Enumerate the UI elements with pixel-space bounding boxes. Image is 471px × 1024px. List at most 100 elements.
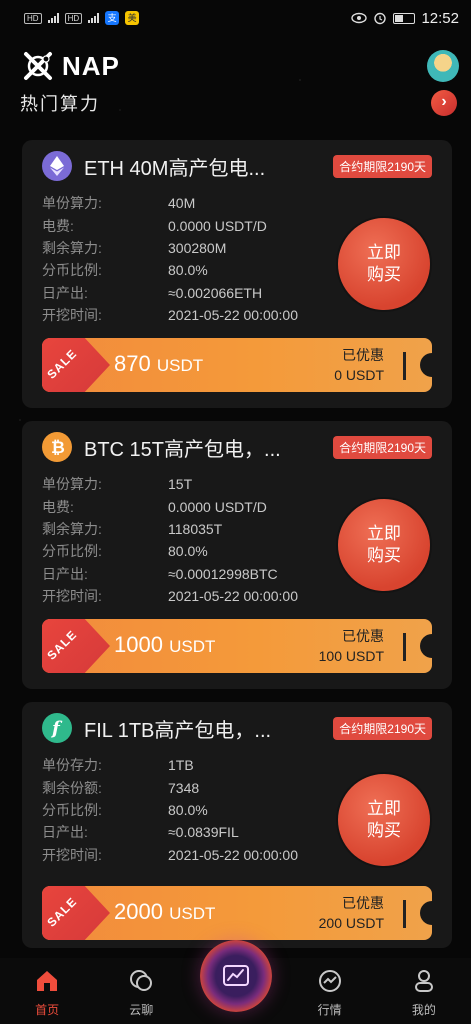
mining-center-button[interactable] xyxy=(200,940,272,1012)
spec-label: 分币比例: xyxy=(42,801,102,818)
app-logo: NAP xyxy=(22,50,120,82)
price-bar: SALE 2000 USDT 已优惠 200 USDT xyxy=(42,886,432,940)
spec-value: 2021-05-22 00:00:00 xyxy=(168,846,298,863)
spec-label: 日产出: xyxy=(42,565,88,582)
buy-label-1: 立即 xyxy=(367,243,401,262)
product-card-fil[interactable]: f FIL 1TB高产包电，... 合约期限2190天 单份存力: 1TB 剩余份… xyxy=(22,702,452,948)
nav-mine[interactable]: 我的 xyxy=(384,968,464,1018)
price-amount: 2000 xyxy=(114,899,163,924)
discount-info: 已优惠 0 USDT xyxy=(334,345,384,385)
spec-list: 单份算力: 15T 电费: 0.0000 USDT/D 剩余算力: 118035T 分… xyxy=(42,473,342,607)
spec-value: 80.0% xyxy=(168,543,208,560)
product-card-btc[interactable]: ₿ BTC 15T高产包电，... 合约期限2190天 单份算力: 15T 电费:… xyxy=(22,421,452,689)
alipay-icon: 支 xyxy=(105,11,120,25)
product-title: BTC 15T高产包电，... xyxy=(84,438,281,461)
fil-icon: f xyxy=(42,713,72,743)
sale-label: SALE xyxy=(44,894,80,930)
ticket-notch xyxy=(420,353,432,377)
hd-icon: HD xyxy=(24,12,42,24)
spec-value: 15T xyxy=(168,476,193,493)
buy-label-2: 购买 xyxy=(367,546,401,565)
market-icon xyxy=(318,970,341,992)
eye-icon xyxy=(351,12,368,24)
spec-value: 0.0000 USDT/D xyxy=(168,217,267,234)
buy-label-2: 购买 xyxy=(367,821,401,840)
spec-value: 300280M xyxy=(168,239,227,256)
ticket-notch xyxy=(420,634,432,658)
eth-icon xyxy=(42,151,72,181)
section-title: 热门算力 xyxy=(20,94,100,114)
status-bar: HD HD 支 美 12:52 xyxy=(0,0,471,36)
nav-chat-label: 云聊 xyxy=(129,1003,154,1017)
nav-market-label: 行情 xyxy=(317,1003,342,1017)
nap-logo-icon xyxy=(24,52,52,80)
svg-text:₿: ₿ xyxy=(51,438,65,457)
spec-label: 分币比例: xyxy=(42,262,102,279)
spec-label: 开挖时间: xyxy=(42,307,102,324)
spec-value: ≈0.002066ETH xyxy=(168,284,263,301)
nav-market[interactable]: 行情 xyxy=(290,968,370,1018)
spec-value: 1TB xyxy=(168,757,194,774)
spec-label: 分币比例: xyxy=(42,543,102,560)
spec-label: 单份存力: xyxy=(42,757,102,774)
meituan-icon: 美 xyxy=(125,11,140,25)
spec-value: 40M xyxy=(168,195,196,212)
sale-tag: SALE xyxy=(42,338,110,392)
product-title: ETH 40M高产包电... xyxy=(84,157,266,180)
price: 870 USDT xyxy=(114,351,203,377)
spec-value: 2021-05-22 00:00:00 xyxy=(168,588,298,605)
nav-mine-label: 我的 xyxy=(411,1003,436,1017)
spec-value: ≈0.00012998BTC xyxy=(168,565,278,582)
buy-label-1: 立即 xyxy=(367,799,401,818)
discount-label: 已优惠 xyxy=(342,628,384,644)
sale-label: SALE xyxy=(44,346,80,382)
signal-icon-2 xyxy=(88,13,100,23)
spec-label: 剩余算力: xyxy=(42,239,102,256)
sale-tag: SALE xyxy=(42,619,110,673)
spec-label: 单份算力: xyxy=(42,195,102,212)
spec-label: 电费: xyxy=(42,217,74,234)
buy-label-1: 立即 xyxy=(367,524,401,543)
btc-icon: ₿ xyxy=(42,432,72,462)
signal-icon xyxy=(47,13,59,23)
buy-now-button[interactable]: 立即 购买 xyxy=(338,218,430,310)
spec-label: 开挖时间: xyxy=(42,846,102,863)
price-unit: USDT xyxy=(169,904,216,923)
buy-now-button[interactable]: 立即 购买 xyxy=(338,499,430,591)
sale-label: SALE xyxy=(44,627,80,663)
clock: 12:52 xyxy=(421,9,459,27)
section-header: 热门算力 › xyxy=(20,90,457,116)
price-bar: SALE 870 USDT 已优惠 0 USDT xyxy=(42,338,432,392)
nav-chat[interactable]: 云聊 xyxy=(101,968,181,1018)
app-name: NAP xyxy=(62,50,120,81)
sale-tag: SALE xyxy=(42,886,110,940)
product-title: FIL 1TB高产包电，... xyxy=(84,719,272,742)
contract-badge: 合约期限2190天 xyxy=(333,154,432,178)
divider xyxy=(403,633,406,661)
battery-icon xyxy=(393,12,416,24)
chat-icon xyxy=(130,970,153,991)
spec-value: 118035T xyxy=(168,520,223,537)
more-arrow-button[interactable]: › xyxy=(431,90,457,116)
price: 2000 USDT xyxy=(114,899,215,925)
price-amount: 870 xyxy=(114,351,151,376)
discount-value: 0 USDT xyxy=(334,367,384,383)
product-card-eth[interactable]: ETH 40M高产包电... 合约期限2190天 单份算力: 40M 电费: 0.0… xyxy=(22,140,452,408)
ticket-notch xyxy=(420,901,432,925)
discount-value: 100 USDT xyxy=(318,648,384,664)
price-unit: USDT xyxy=(156,356,204,375)
spec-label: 电费: xyxy=(42,498,74,515)
spec-list: 单份存力: 1TB 剩余份额: 7348 分币比例: 80.0% 日产出: ≈0.083… xyxy=(42,754,342,866)
avatar[interactable] xyxy=(427,50,459,82)
nav-home[interactable]: 首页 xyxy=(7,968,87,1018)
home-icon xyxy=(37,971,58,991)
buy-now-button[interactable]: 立即 购买 xyxy=(338,774,430,866)
chart-icon xyxy=(223,965,249,986)
buy-label-2: 购买 xyxy=(367,265,401,284)
price: 1000 USDT xyxy=(114,632,215,658)
user-icon xyxy=(414,970,433,992)
price-bar: SALE 1000 USDT 已优惠 100 USDT xyxy=(42,619,432,673)
discount-label: 已优惠 xyxy=(342,895,384,911)
spec-value: 7348 xyxy=(168,779,200,796)
spec-label: 日产出: xyxy=(42,824,88,841)
